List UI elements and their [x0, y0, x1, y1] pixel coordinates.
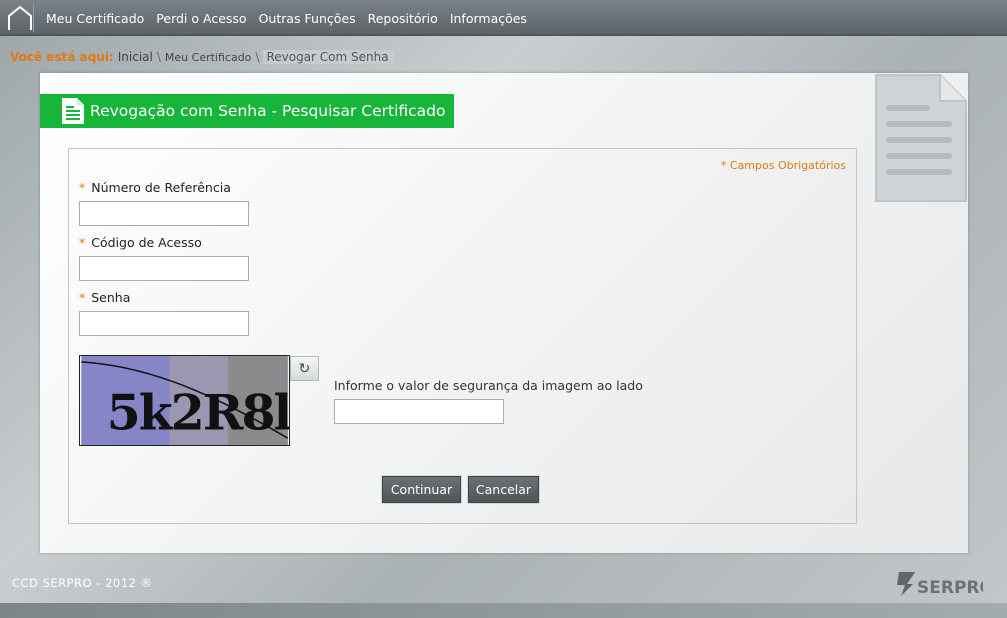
required-fields-note: * Campos Obrigatórios: [720, 159, 846, 172]
page-title-bar: Revogação com Senha - Pesquisar Certific…: [40, 94, 454, 128]
nav-perdi-o-acesso[interactable]: Perdi o Acesso: [156, 11, 246, 26]
required-marker: *: [79, 290, 86, 305]
refresh-icon[interactable]: ↻: [290, 356, 319, 381]
reference-number-input[interactable]: [79, 201, 249, 226]
breadcrumb-label: Você está aqui:: [10, 50, 114, 64]
captcha-label: Informe o valor de segurança da imagem a…: [334, 378, 643, 393]
breadcrumb: Você está aqui: Inicial \ Meu Certificad…: [10, 49, 394, 65]
captcha-image: 5k2R8l: [79, 355, 290, 446]
document-watermark-icon: [875, 74, 967, 202]
cancel-button[interactable]: Cancelar: [467, 475, 540, 504]
password-label: * Senha: [79, 290, 130, 305]
required-marker: *: [79, 235, 86, 250]
footer: CCD SERPRO - 2012 ® SERPRO: [0, 565, 1007, 603]
nav-repositorio[interactable]: Repositório: [368, 11, 438, 26]
bottom-strip: [0, 603, 1007, 618]
content-panel: Revogação com Senha - Pesquisar Certific…: [40, 73, 968, 553]
breadcrumb-meu-certificado[interactable]: Meu Certificado: [165, 51, 252, 64]
footer-copyright: CCD SERPRO - 2012 ®: [12, 576, 153, 590]
password-input[interactable]: [79, 311, 249, 336]
breadcrumb-inicial[interactable]: Inicial: [118, 50, 153, 64]
reference-number-label: * Número de Referência: [79, 180, 231, 195]
nav-meu-certificado[interactable]: Meu Certificado: [46, 11, 144, 26]
nav-outras-funcoes[interactable]: Outras Funções: [259, 11, 356, 26]
access-code-label: * Código de Acesso: [79, 235, 202, 250]
search-form: * Campos Obrigatórios * Número de Referên…: [68, 148, 857, 524]
svg-text:SERPRO: SERPRO: [917, 578, 983, 598]
main-menu: Meu Certificado Perdi o Acesso Outras Fu…: [46, 11, 527, 26]
captcha-input[interactable]: [334, 399, 504, 424]
captcha-text: 5k2R8l: [107, 383, 290, 441]
page-title: Revogação com Senha - Pesquisar Certific…: [90, 102, 446, 120]
access-code-label-text: Código de Acesso: [91, 235, 202, 250]
password-label-text: Senha: [91, 290, 131, 305]
required-marker: *: [79, 180, 86, 195]
breadcrumb-separator: \: [156, 50, 161, 64]
breadcrumb-separator: \: [255, 50, 260, 64]
access-code-input[interactable]: [79, 256, 249, 281]
reference-number-label-text: Número de Referência: [91, 180, 231, 195]
top-nav-bar: Meu Certificado Perdi o Acesso Outras Fu…: [0, 0, 1007, 36]
serpro-logo: SERPRO: [897, 572, 983, 598]
continue-button[interactable]: Continuar: [381, 475, 462, 504]
home-icon[interactable]: [6, 4, 34, 32]
document-icon: [62, 98, 84, 124]
nav-informacoes[interactable]: Informações: [450, 11, 527, 26]
breadcrumb-current: Revogar Com Senha: [263, 50, 394, 64]
